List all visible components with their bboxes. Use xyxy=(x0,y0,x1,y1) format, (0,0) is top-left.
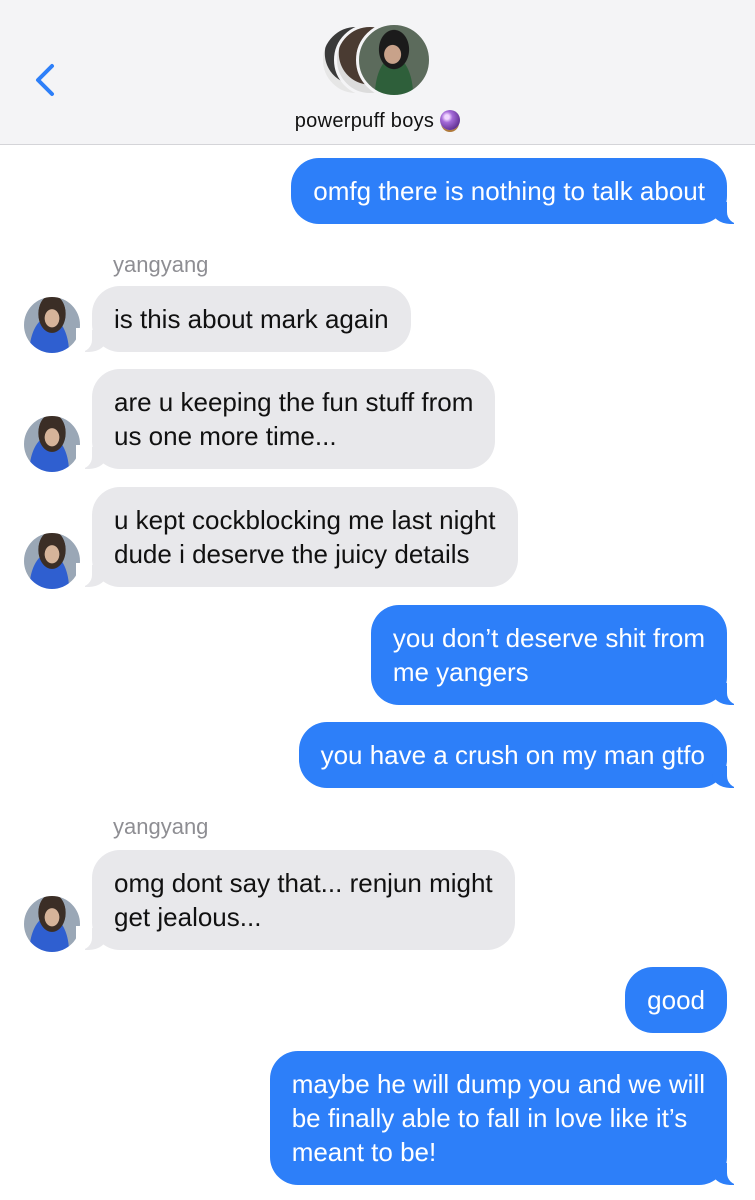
incoming-message[interactable]: omg dont say that... renjun might get je… xyxy=(76,850,515,950)
message-line: us one more time... xyxy=(114,421,337,451)
message-line: meant to be! xyxy=(291,1137,437,1167)
message-line: omg dont say that... renjun might xyxy=(114,868,493,898)
avatar[interactable] xyxy=(24,297,80,353)
avatar[interactable] xyxy=(24,896,80,952)
message-text: is this about mark again xyxy=(114,304,389,334)
message-line: are u keeping the fun stuff from xyxy=(114,387,474,417)
group-name: powerpuff boys xyxy=(294,110,435,132)
incoming-message[interactable]: are u keeping the fun stuff from us one … xyxy=(75,369,496,469)
incoming-message[interactable]: u kept cockblocking me last night dude i… xyxy=(76,487,518,587)
group-title[interactable]: powerpuff boys xyxy=(0,110,755,133)
outgoing-message[interactable]: maybe he will dump you and we will be fi… xyxy=(269,1051,744,1185)
message-text: good xyxy=(647,985,705,1015)
incoming-message[interactable]: is this about mark again xyxy=(76,286,411,352)
message-text: you have a crush on my man gtfo xyxy=(320,740,705,770)
outgoing-message[interactable]: good xyxy=(625,967,727,1033)
outgoing-message[interactable]: you don’t deserve shit from me yangers xyxy=(370,605,744,705)
message-line: u kept cockblocking me last night xyxy=(114,505,496,535)
message-line: maybe he will dump you and we will xyxy=(291,1069,705,1099)
message-line: you don’t deserve shit from xyxy=(392,623,705,653)
message-line: be finally able to fall in love like it’… xyxy=(291,1103,688,1133)
outgoing-message[interactable]: omfg there is nothing to talk about xyxy=(291,158,743,224)
message-text: omfg there is nothing to talk about xyxy=(313,176,705,206)
chat-header: powerpuff boys xyxy=(0,0,755,145)
crystal-ball-icon xyxy=(440,110,461,130)
group-avatars[interactable] xyxy=(320,22,440,102)
chevron-left-icon[interactable] xyxy=(30,60,60,100)
sender-label: yangyang xyxy=(113,814,209,839)
avatar[interactable] xyxy=(24,416,80,472)
message-line: dude i deserve the juicy details xyxy=(114,539,470,569)
message-line: me yangers xyxy=(392,657,529,687)
avatar[interactable] xyxy=(24,533,80,589)
message-line: get jealous... xyxy=(114,902,262,932)
avatar xyxy=(356,22,432,98)
outgoing-message[interactable]: you have a crush on my man gtfo xyxy=(298,722,744,788)
sender-label: yangyang xyxy=(113,252,209,277)
